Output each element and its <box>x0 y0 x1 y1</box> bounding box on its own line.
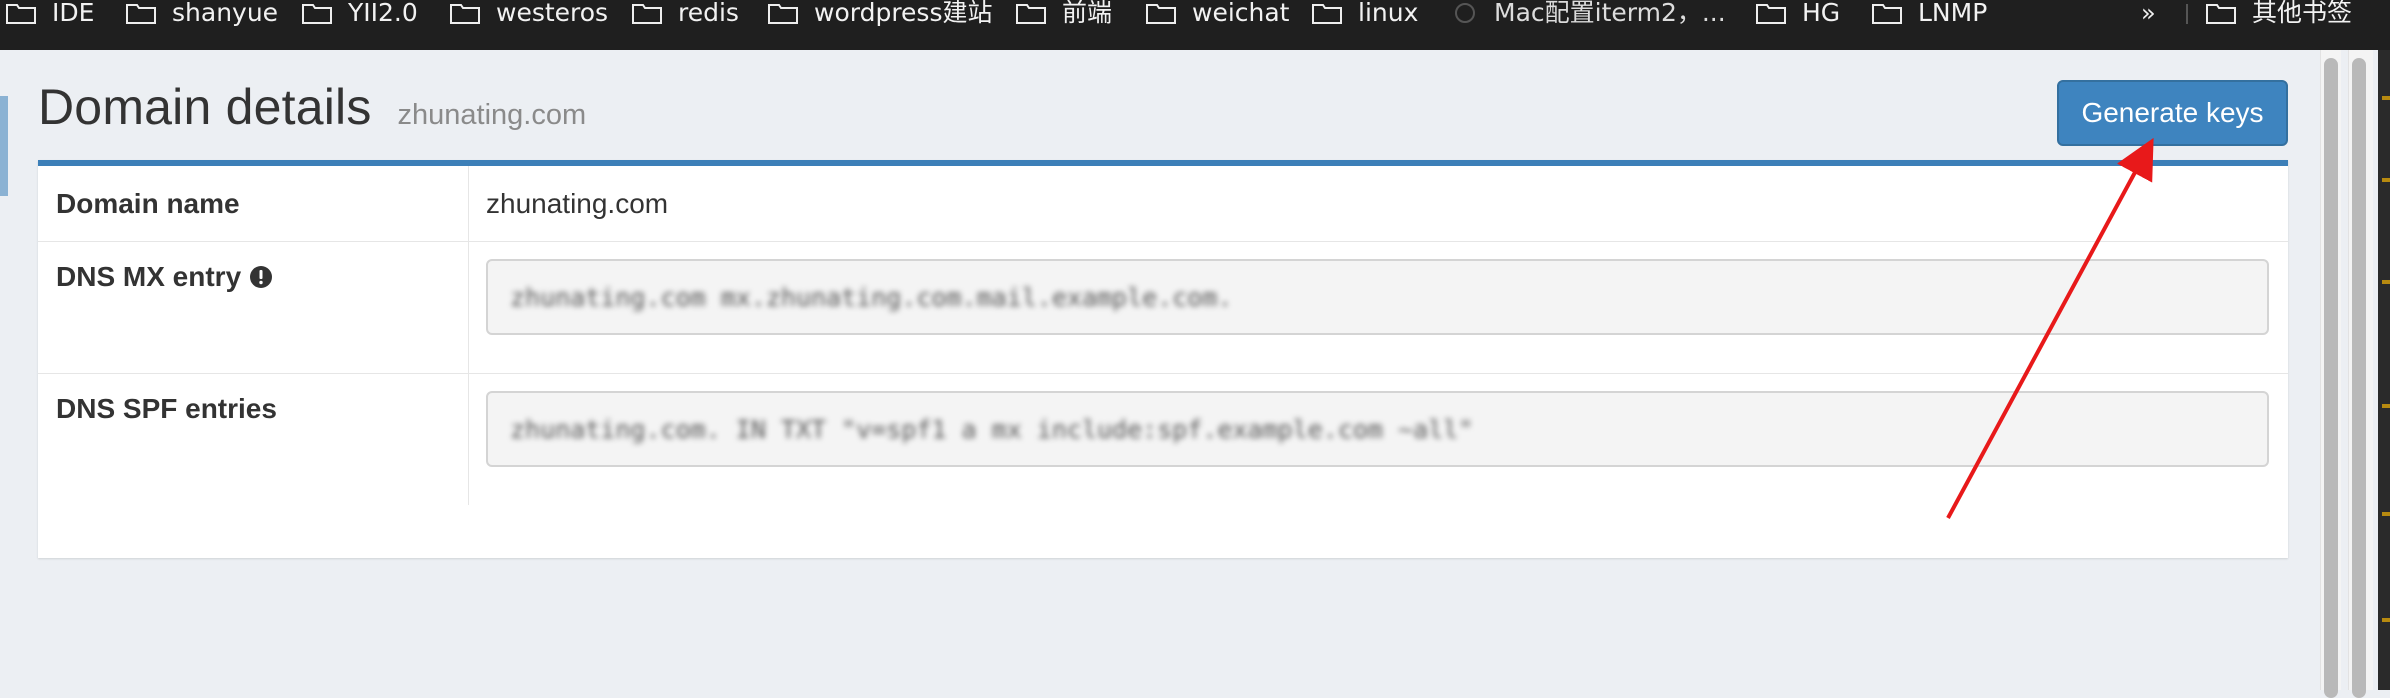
edge-marker <box>2382 178 2390 182</box>
domain-name-value: zhunating.com <box>486 188 669 219</box>
bookmarks-overflow-chevron[interactable]: » <box>2141 0 2156 26</box>
bookmark-label: linux <box>1358 0 1419 27</box>
folder-icon <box>450 4 480 24</box>
exclamation-circle-icon[interactable] <box>249 265 273 289</box>
edge-marker <box>2382 512 2390 516</box>
folder-icon <box>1872 4 1902 24</box>
edge-marker <box>2382 404 2390 408</box>
folder-icon <box>768 4 798 24</box>
dns-mx-field[interactable]: zhunating.com mx.zhunating.com.mail.exam… <box>486 259 2269 335</box>
dns-spf-label: DNS SPF entries <box>56 393 277 424</box>
bookmark-label: Mac配置iterm2，... <box>1494 0 1726 27</box>
folder-icon <box>1146 4 1176 24</box>
table-row-dns-mx: DNS MX entry zhunating.com mx.zhunating.… <box>38 241 2288 374</box>
page-subtitle: zhunating.com <box>397 99 587 131</box>
folder-icon <box>6 4 36 24</box>
outer-scrollbar-thumb[interactable] <box>2352 58 2366 698</box>
outer-scrollbar[interactable] <box>2348 50 2373 698</box>
column-divider <box>468 166 469 241</box>
folder-icon <box>1312 4 1342 24</box>
bookmark-label: 其他书签 <box>2252 0 2353 27</box>
bookmarks-divider <box>2186 4 2188 24</box>
bookmark-mac-iterm2[interactable]: Mac配置iterm2，... <box>1452 0 1726 26</box>
bookmark-label: LNMP <box>1918 0 1988 27</box>
bookmarks-bar: IDE shanyue YII2.0 westeros redis wordpr… <box>0 0 2390 50</box>
bookmark-hg[interactable]: HG <box>1756 0 1840 26</box>
column-divider <box>468 241 469 373</box>
link-icon <box>1455 3 1475 23</box>
adjacent-window-edge <box>2378 50 2390 690</box>
page-scrollbar-thumb[interactable] <box>2324 58 2338 698</box>
bookmark-yii2[interactable]: YII2.0 <box>302 0 418 26</box>
bookmark-label: westeros <box>496 0 609 27</box>
bookmark-lnmp[interactable]: LNMP <box>1872 0 1987 26</box>
dns-mx-label: DNS MX entry <box>56 261 242 292</box>
sidebar-edge <box>0 96 8 196</box>
folder-icon <box>302 4 332 24</box>
bookmark-label: redis <box>678 0 739 27</box>
bookmark-label: weichat <box>1192 0 1290 27</box>
folder-icon <box>2206 4 2236 24</box>
bookmark-shanyue[interactable]: shanyue <box>126 0 278 26</box>
folder-icon <box>126 4 156 24</box>
bookmark-label: YII2.0 <box>348 0 418 27</box>
page-scrollbar[interactable] <box>2320 50 2341 698</box>
edge-marker <box>2382 96 2390 100</box>
dns-spf-value: zhunating.com. IN TXT "v=spf1 a mx inclu… <box>510 414 1474 444</box>
bookmark-label: wordpress建站 <box>814 0 993 27</box>
page-header: Domain details zhunating.com <box>38 78 586 148</box>
edge-marker <box>2382 618 2390 622</box>
bookmark-ide[interactable]: IDE <box>6 0 94 26</box>
bookmark-label: IDE <box>52 0 95 27</box>
folder-icon <box>1016 4 1046 24</box>
edge-marker <box>2382 280 2390 284</box>
domain-details-panel: Domain name zhunating.com DNS MX entry z… <box>38 160 2288 558</box>
bookmark-weichat[interactable]: weichat <box>1146 0 1290 26</box>
bookmark-label: shanyue <box>172 0 279 27</box>
column-divider <box>468 373 469 505</box>
page-title: Domain details <box>38 79 372 135</box>
folder-icon <box>1756 4 1786 24</box>
table-row-domain-name: Domain name zhunating.com <box>38 166 2288 242</box>
generate-keys-button[interactable]: Generate keys <box>2057 80 2288 146</box>
page-content: Domain details zhunating.com Generate ke… <box>0 50 2320 690</box>
bookmark-frontend[interactable]: 前端 <box>1016 0 1112 26</box>
bookmark-label: 前端 <box>1062 0 1113 27</box>
bookmark-westeros[interactable]: westeros <box>450 0 608 26</box>
bookmark-other[interactable]: 其他书签 <box>2206 0 2352 26</box>
dns-mx-label-group: DNS MX entry <box>56 261 273 293</box>
table-row-dns-spf: DNS SPF entries zhunating.com. IN TXT "v… <box>38 373 2288 505</box>
domain-name-label: Domain name <box>56 188 240 219</box>
bookmark-linux[interactable]: linux <box>1312 0 1418 26</box>
dns-mx-value: zhunating.com mx.zhunating.com.mail.exam… <box>510 282 1233 312</box>
dns-spf-field[interactable]: zhunating.com. IN TXT "v=spf1 a mx inclu… <box>486 391 2269 467</box>
bookmark-redis[interactable]: redis <box>632 0 739 26</box>
bookmark-wordpress[interactable]: wordpress建站 <box>768 0 992 26</box>
bookmark-label: HG <box>1802 0 1841 27</box>
folder-icon <box>632 4 662 24</box>
